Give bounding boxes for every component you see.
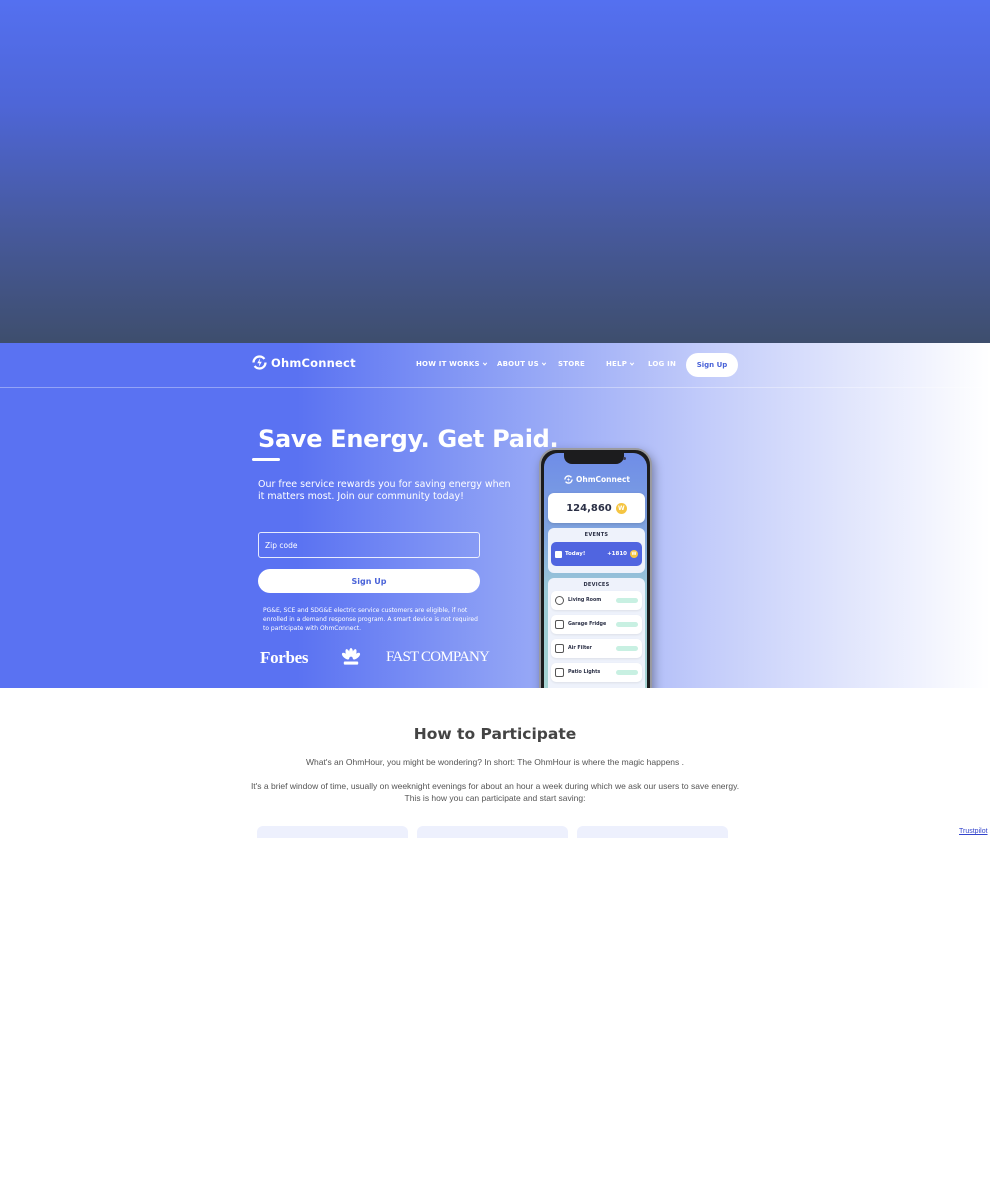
nav-label: HOW IT WORKS	[416, 360, 480, 368]
connected-badge	[616, 598, 638, 603]
device-label: Air Filter	[568, 646, 592, 651]
watt-coin-icon: W	[615, 502, 627, 514]
chevron-down-icon	[629, 362, 635, 366]
phone-mockup: OhmConnect 124,860 W EVENTS Today! +1810…	[539, 448, 652, 688]
smart-plug-icon	[555, 644, 564, 653]
top-banner-gradient	[0, 0, 990, 343]
event-label: Today!	[565, 551, 586, 557]
phone-points-card: 124,860 W	[548, 493, 645, 523]
nav-label: HELP	[606, 360, 628, 368]
nav-how-it-works[interactable]: HOW IT WORKS	[416, 360, 488, 368]
forbes-logo: Forbes	[260, 648, 309, 667]
device-row: Garage Fridge	[551, 615, 642, 634]
event-points: +1810	[607, 551, 627, 557]
step-card	[417, 826, 568, 838]
hero-subline: Our free service rewards you for saving …	[258, 479, 511, 502]
device-label: Garage Fridge	[568, 622, 607, 627]
smart-plug-icon	[555, 668, 564, 677]
ohmconnect-logo-icon	[564, 475, 573, 484]
nav-signup-button[interactable]: Sign Up	[686, 353, 738, 377]
camera-dot	[623, 457, 626, 460]
nav-store[interactable]: STORE	[558, 360, 585, 368]
thermostat-icon	[555, 596, 564, 605]
connected-badge	[616, 670, 638, 675]
trustpilot-link[interactable]: Trustpilot	[959, 828, 988, 835]
chevron-down-icon	[541, 362, 547, 366]
navbar: OhmConnect HOW IT WORKS ABOUT US STORE H…	[0, 343, 990, 388]
phone-notch	[564, 453, 626, 464]
step-card	[577, 826, 728, 838]
nav-help[interactable]: HELP	[606, 360, 635, 368]
hero-signup-button[interactable]: Sign Up	[258, 569, 480, 593]
phone-devices-card: DEVICES Living Room Garage Fridge Air Fi…	[548, 578, 645, 688]
phone-events-card: EVENTS Today! +1810 W	[548, 528, 645, 573]
smart-plug-icon	[555, 620, 564, 629]
nav-label: ABOUT US	[497, 360, 539, 368]
device-row: Living Room	[551, 591, 642, 610]
eligibility-disclaimer: PG&E, SCE and SDG&E electric service cus…	[263, 607, 478, 632]
nav-label: LOG IN	[648, 360, 677, 368]
zip-code-input[interactable]	[258, 532, 480, 558]
nav-about-us[interactable]: ABOUT US	[497, 360, 547, 368]
step-card	[257, 826, 408, 838]
chevron-down-icon	[482, 362, 487, 366]
event-row: Today! +1810 W	[551, 542, 642, 566]
phone-app-logo: OhmConnect	[564, 475, 630, 484]
logo-link[interactable]: OhmConnect	[252, 355, 356, 370]
device-row: Patio Lights	[551, 663, 642, 682]
device-label: Patio Lights	[568, 670, 601, 675]
connected-badge	[616, 622, 638, 627]
cnbc-peacock-logo-icon	[341, 648, 361, 665]
hero-headline: Save Energy. Get Paid.	[258, 425, 559, 453]
device-label: Living Room	[568, 598, 602, 603]
devices-title: DEVICES	[583, 582, 610, 588]
connected-badge	[616, 646, 638, 651]
hero-section: OhmConnect HOW IT WORKS ABOUT US STORE H…	[0, 343, 990, 688]
watt-coin-icon: W	[630, 550, 638, 558]
phone-screen: OhmConnect 124,860 W EVENTS Today! +1810…	[544, 453, 647, 688]
logo-text: OhmConnect	[271, 355, 356, 370]
events-title: EVENTS	[584, 532, 609, 538]
ohmconnect-logo-icon	[252, 355, 267, 370]
phone-app-name: OhmConnect	[576, 475, 630, 484]
headline-underline	[252, 458, 280, 461]
device-row: Air Filter	[551, 639, 642, 658]
section-title: How to Participate	[413, 725, 577, 743]
nav-label: STORE	[558, 360, 585, 368]
points-value: 124,860	[566, 502, 612, 514]
section-paragraph: It's a brief window of time, usually on …	[250, 781, 740, 803]
fast-company-logo: FAST COMPANY	[386, 649, 490, 665]
calendar-icon	[555, 550, 562, 558]
section-paragraph: What's an OhmHour, you might be wonderin…	[305, 757, 685, 767]
nav-log-in[interactable]: LOG IN	[648, 360, 676, 368]
